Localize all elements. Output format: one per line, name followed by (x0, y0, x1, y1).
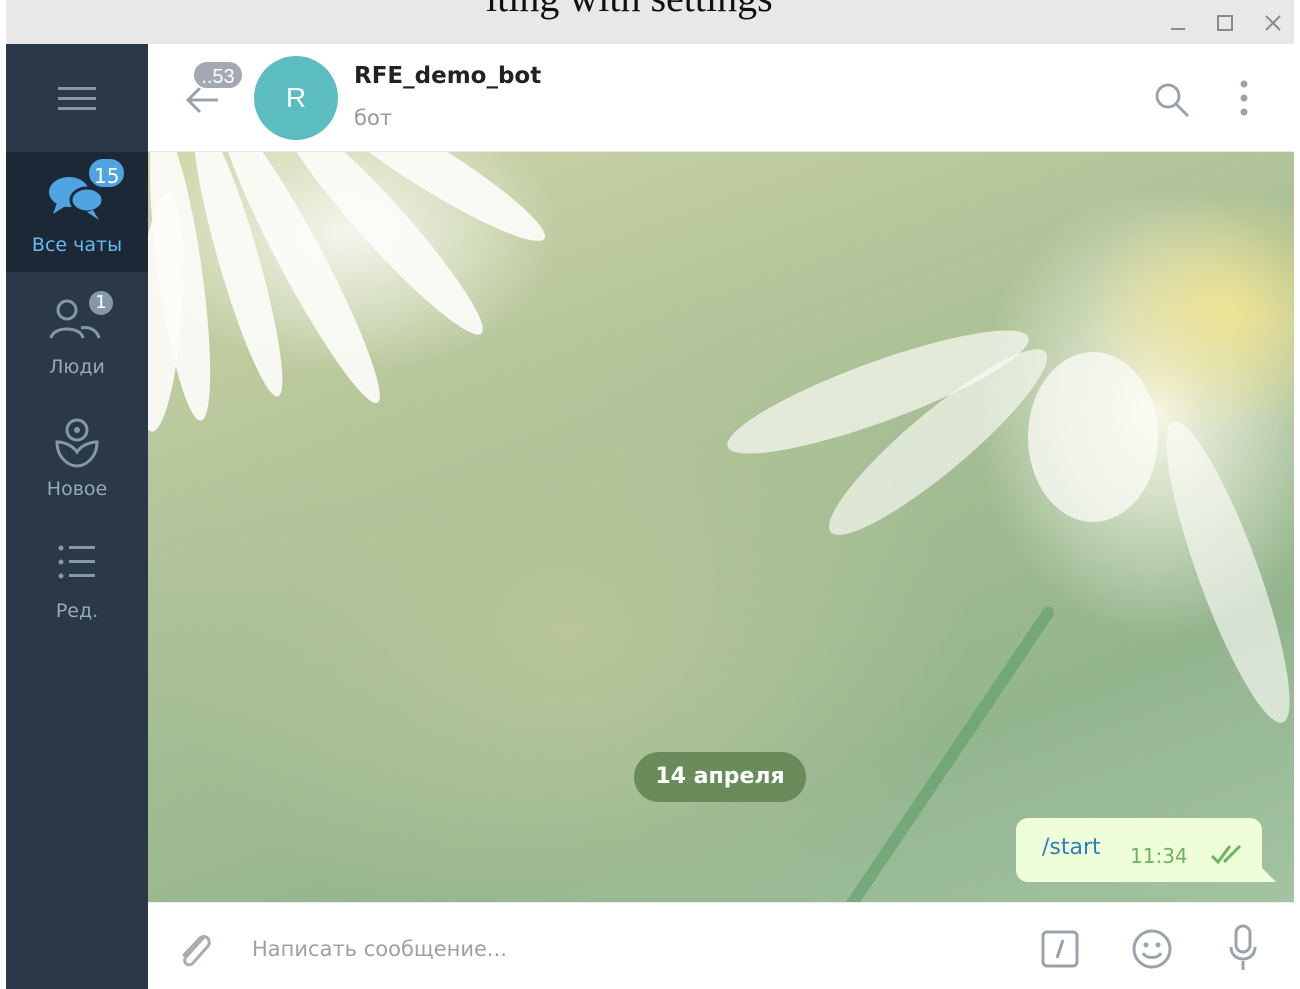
more-menu-icon[interactable] (1232, 78, 1256, 118)
page-caption: iting with settings (486, 0, 773, 21)
emoji-icon[interactable] (1130, 927, 1174, 971)
main-menu-button[interactable] (6, 44, 148, 152)
date-separator: 14 апреля (634, 752, 806, 802)
double-check-icon (1210, 844, 1242, 865)
folder-label: Новое (46, 478, 108, 500)
microphone-icon[interactable] (1228, 923, 1258, 973)
message-input[interactable] (252, 929, 952, 969)
chat-header: ..53 R RFE_demo_bot бот (148, 44, 1294, 152)
message-composer (148, 902, 1294, 989)
message-time: 11:34 (1130, 844, 1188, 868)
close-icon (1265, 15, 1281, 31)
chat-status: бот (354, 106, 393, 130)
back-unread-badge: ..53 (192, 60, 244, 90)
folder-unread-badge: 15 (86, 156, 128, 190)
folder-edit[interactable]: Ред. (6, 518, 148, 638)
bot-commands-icon[interactable] (1040, 929, 1080, 969)
maximize-button[interactable] (1210, 8, 1240, 38)
minimize-icon (1171, 28, 1185, 30)
folder-all-chats[interactable]: 15 Все чаты (6, 152, 148, 272)
bubble-tail (1260, 866, 1276, 882)
maximize-icon (1217, 15, 1233, 31)
chat-history[interactable]: 14 апреля /start 11:34 (148, 152, 1294, 902)
search-icon[interactable] (1152, 80, 1192, 120)
close-button[interactable] (1258, 8, 1288, 38)
minimize-button[interactable] (1163, 8, 1193, 38)
flower-icon (55, 418, 99, 468)
folder-label: Все чаты (31, 234, 123, 256)
folder-new[interactable]: Новое (6, 396, 148, 516)
message-text[interactable]: /start (1042, 835, 1101, 860)
folder-people[interactable]: 1 Люди (6, 274, 148, 394)
folders-sidebar: 15 Все чаты 1 Люди Новое Ред. (6, 44, 148, 989)
folder-unread-badge: 1 (86, 288, 116, 318)
message-bubble-outgoing[interactable]: /start 11:34 (1016, 818, 1262, 882)
attach-icon[interactable] (174, 927, 214, 971)
folder-label: Ред. (55, 600, 99, 622)
hamburger-icon (58, 87, 96, 110)
list-edit-icon (58, 545, 95, 579)
avatar[interactable]: R (254, 56, 338, 140)
chat-title[interactable]: RFE_demo_bot (354, 63, 541, 89)
folder-label: Люди (49, 356, 105, 378)
